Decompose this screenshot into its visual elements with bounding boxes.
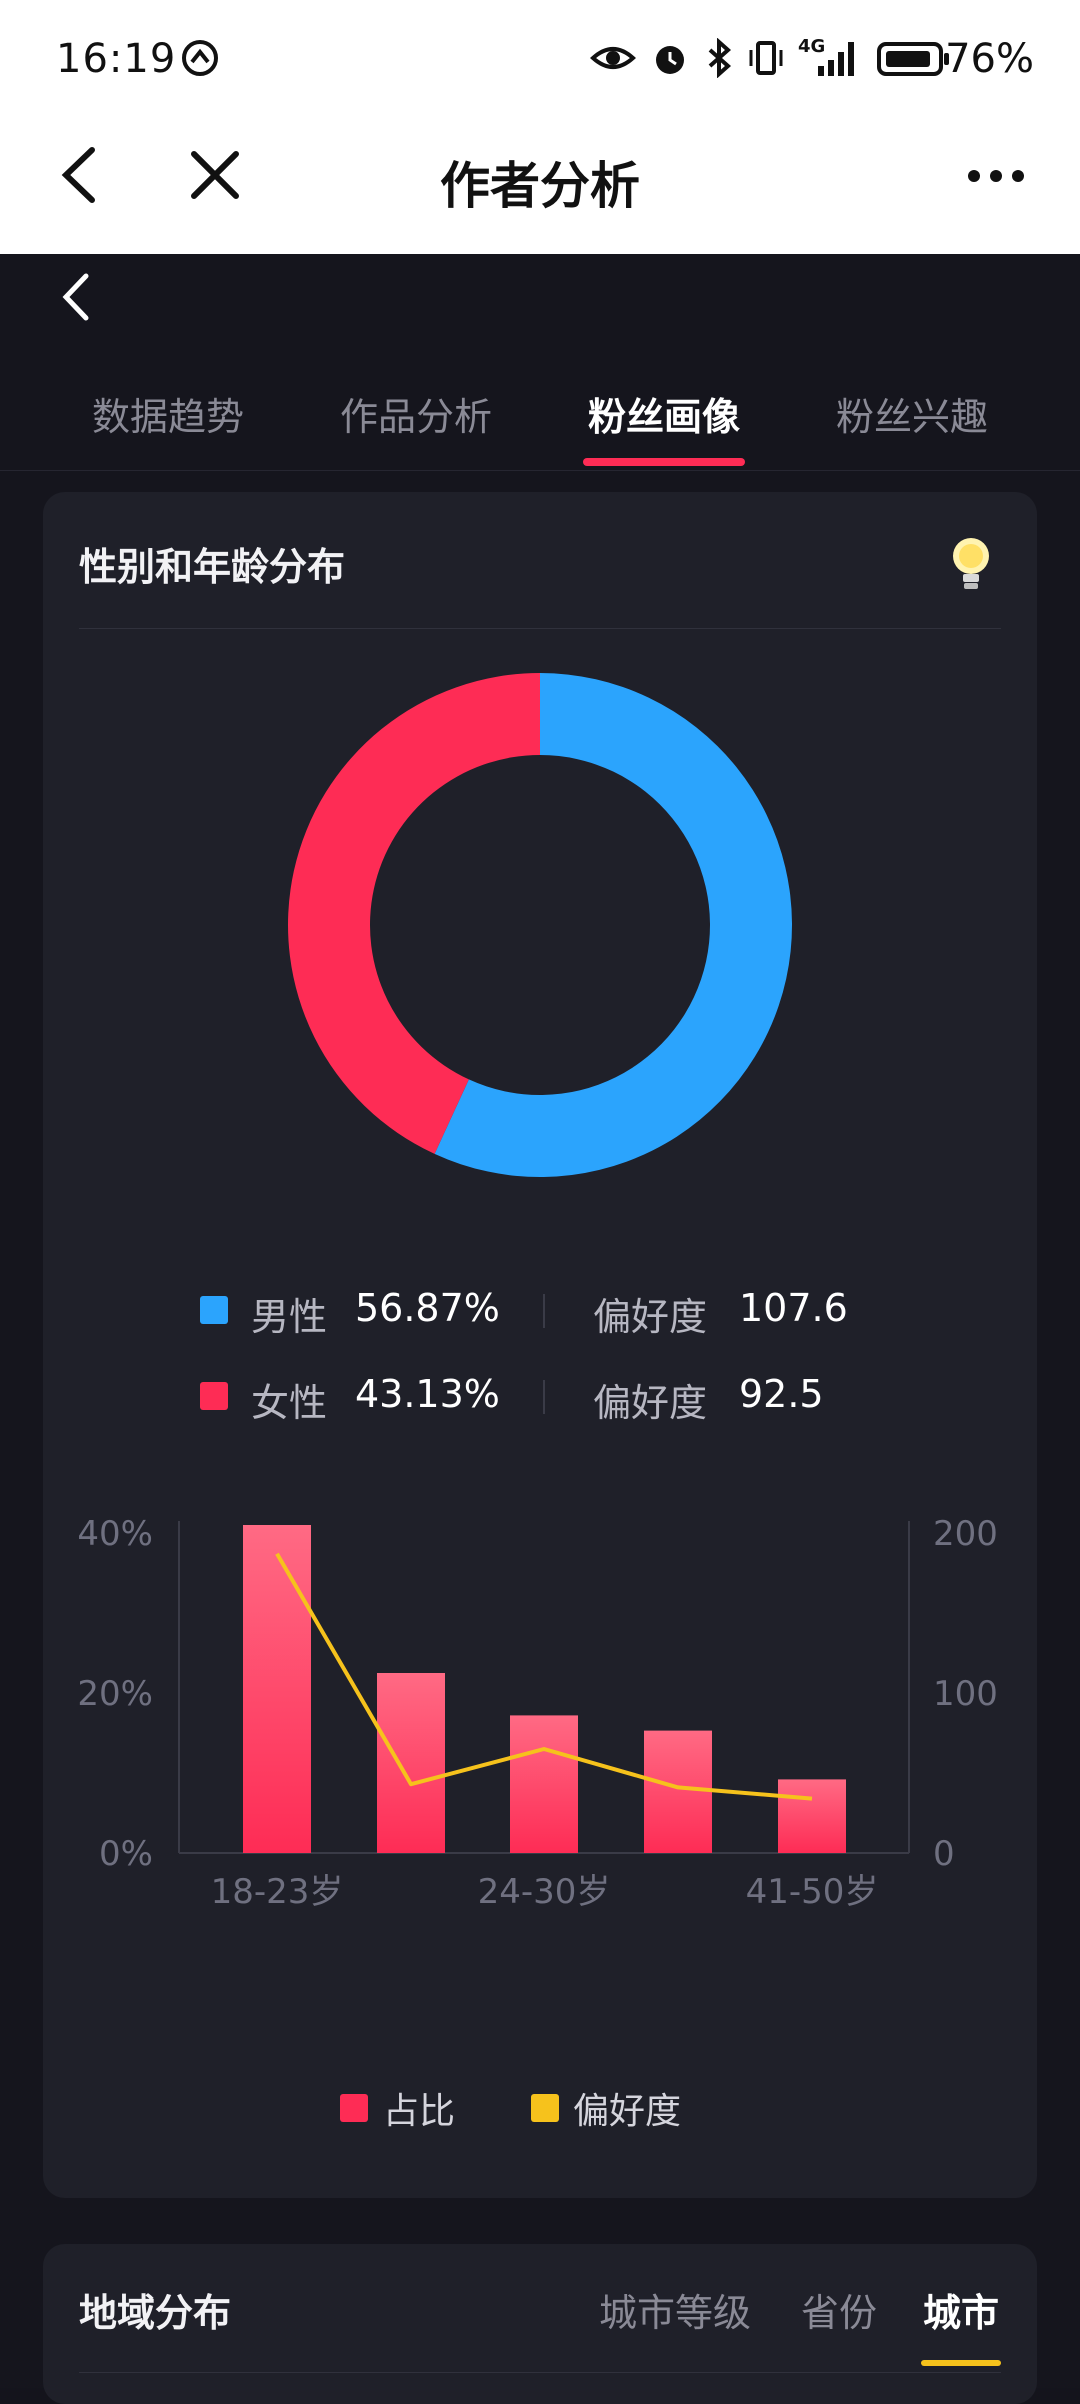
male-percent: 56.87% [355,1286,500,1330]
active-tab-indicator [583,458,745,466]
age-bar-3 [644,1730,712,1853]
vibrate-icon [749,41,783,75]
age-chart-legend: 占比 偏好度 [43,2082,1037,2132]
legend-separator [543,1294,545,1328]
card-title: 地域分布 [79,2291,232,2335]
ratio-color-swatch [340,2094,368,2122]
tabs-divider [0,470,1080,471]
card-divider [79,2372,1001,2373]
more-icon[interactable] [962,140,1032,210]
left-tick-label: 20% [77,1674,153,1714]
left-tick-label: 40% [77,1514,153,1554]
tab-fans-profile[interactable]: 粉丝画像 [588,386,740,441]
female-pref-value: 92.5 [739,1372,824,1416]
region-card: 地域分布 城市等级 省份 城市 [43,2244,1037,2404]
eye-icon [590,47,636,69]
male-color-swatch [200,1296,228,1324]
card-title: 性别和年龄分布 [79,545,346,589]
tab-fans-interest[interactable]: 粉丝兴趣 [836,386,988,441]
male-pref-value: 107.6 [739,1286,848,1330]
x-category-label: 41-50岁 [746,1872,879,1908]
age-bar-0 [243,1525,311,1853]
signal-speed-icon [182,40,218,76]
male-label: 男性 [251,1295,328,1339]
tab-city[interactable]: 城市 [923,2282,999,2337]
bluetooth-icon [708,38,732,78]
gender-legend-male: 男性 56.87% 偏好度 107.6 [43,1286,1037,1339]
female-percent: 43.13% [355,1372,500,1416]
age-bar-4 [778,1779,846,1853]
female-pref-label: 偏好度 [593,1381,708,1425]
preference-legend-label: 偏好度 [573,2091,682,2132]
tab-city-level[interactable]: 城市等级 [599,2282,751,2337]
top-bar: 16:19 4G 76% 作者分析 [0,0,1080,254]
age-distribution-chart: 0% 20% 40% 0 100 200 18-23岁 24-30岁 41-50岁 [77,1514,998,1908]
right-tick-label: 0 [933,1834,955,1874]
gender-age-card: 性别和年龄分布 男性 56.87% 偏好度 107.6 女性 43.13% 偏好… [43,492,1037,2198]
legend-separator [543,1380,545,1414]
female-color-swatch [200,1382,228,1410]
right-tick-label: 100 [933,1674,998,1714]
status-time: 16:19 [56,36,177,82]
tab-works-analysis[interactable]: 作品分析 [340,386,492,441]
male-pref-label: 偏好度 [593,1295,708,1339]
alarm-icon [656,46,684,74]
ratio-legend-label: 占比 [383,2091,456,2132]
preference-color-swatch [531,2094,559,2122]
page-title: 作者分析 [440,157,640,215]
left-tick-label: 0% [99,1834,153,1874]
card-divider [79,628,1001,629]
x-category-label: 24-30岁 [478,1872,611,1908]
right-tick-label: 200 [933,1514,998,1554]
battery-icon [877,42,949,76]
analysis-tabs: 数据趋势 作品分析 粉丝画像 粉丝兴趣 [0,350,1080,470]
age-bar-1 [377,1673,445,1853]
gender-donut-chart [287,673,792,1177]
cellular-signal-icon [818,42,854,76]
inner-back-icon[interactable] [56,272,96,322]
gender-legend-female: 女性 43.13% 偏好度 92.5 [43,1372,1037,1425]
battery-percent: 76% [945,36,1034,82]
donut-slice-1 [287,673,540,1154]
region-active-indicator [921,2360,1001,2366]
female-label: 女性 [251,1381,328,1425]
x-category-label: 18-23岁 [211,1872,344,1908]
tab-province[interactable]: 省份 [801,2282,877,2337]
tab-data-trend[interactable]: 数据趋势 [92,386,244,441]
age-bar-2 [510,1715,578,1853]
lightbulb-icon[interactable] [943,532,999,598]
